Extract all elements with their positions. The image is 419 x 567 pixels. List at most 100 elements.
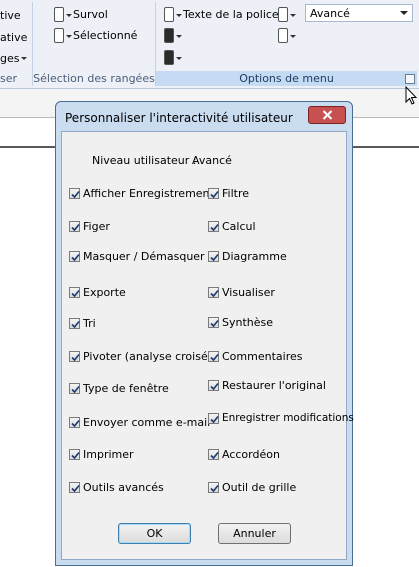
checkbox-label: Masquer / Démasquer xyxy=(83,250,205,263)
dialog-title: Personnaliser l'interactivité utilisateu… xyxy=(65,111,293,125)
user-level-dropdown[interactable]: Avancé xyxy=(305,4,413,22)
checkbox-label: Enregistrer modifications xyxy=(222,412,354,424)
checkmark-icon xyxy=(210,415,219,424)
checkbox-box[interactable] xyxy=(69,383,80,394)
checkmark-icon xyxy=(71,253,80,262)
checkmark-icon xyxy=(210,253,219,262)
ribbon-item-2[interactable]: ative xyxy=(0,31,27,44)
checkbox-label: Exporte xyxy=(83,286,126,299)
checkbox-box[interactable] xyxy=(208,317,219,328)
checkbox-box[interactable] xyxy=(69,351,80,362)
checkbox-label: Pivoter (analyse croisée) xyxy=(83,350,219,363)
dialog-body: Niveau utilisateur : Avancé Afficher Enr… xyxy=(61,131,354,560)
row-color-icon[interactable] xyxy=(54,7,64,22)
checkmark-icon xyxy=(210,190,219,199)
checkbox-box[interactable] xyxy=(208,251,219,262)
ok-button[interactable]: OK xyxy=(118,523,191,544)
checkbox-label: Tri xyxy=(83,317,96,330)
checkbox-label: Outil de grille xyxy=(222,481,297,494)
ribbon: tive ative ges ser Survol Sélectionné Sé… xyxy=(0,0,419,89)
checkbox-box[interactable] xyxy=(69,482,80,493)
checkmark-icon xyxy=(71,353,80,362)
checkbox-label: Envoyer comme e-mail xyxy=(83,416,211,429)
checkbox-box[interactable] xyxy=(208,482,219,493)
checkbox-label: Commentaires xyxy=(222,350,303,363)
selectionne-label[interactable]: Sélectionné xyxy=(73,29,137,42)
checkmark-icon xyxy=(71,451,80,460)
chevron-down-icon xyxy=(21,57,27,60)
chevron-down-icon[interactable] xyxy=(66,35,72,38)
checkmark-icon xyxy=(210,353,219,362)
ribbon-item-1[interactable]: tive xyxy=(0,9,21,22)
user-level-label: Niveau utilisateur : xyxy=(92,154,197,167)
checkbox-label: Diagramme xyxy=(222,250,287,263)
font-color-icon[interactable] xyxy=(164,7,174,22)
checkmark-icon xyxy=(210,382,219,391)
checkmark-icon xyxy=(71,484,80,493)
dialog-launcher-icon[interactable] xyxy=(405,74,415,84)
chevron-down-icon[interactable] xyxy=(290,35,296,38)
close-button[interactable] xyxy=(308,106,346,124)
ribbon-group-selection: Survol Sélectionné Sélection des rangées xyxy=(33,0,155,88)
checkmark-icon xyxy=(71,289,80,298)
close-icon xyxy=(322,110,333,120)
checkmark-icon xyxy=(71,419,80,428)
checkbox-box[interactable] xyxy=(208,413,219,424)
menu-bg-color-icon[interactable] xyxy=(164,28,174,43)
checkbox-box[interactable] xyxy=(208,351,219,362)
checkbox-label: Outils avancés xyxy=(83,481,164,494)
checkmark-icon xyxy=(210,451,219,460)
customize-interactivity-dialog: Personnaliser l'interactivité utilisateu… xyxy=(55,101,354,566)
cancel-button[interactable]: Annuler xyxy=(218,523,291,544)
checkmark-icon xyxy=(71,190,80,199)
checkbox-box[interactable] xyxy=(69,251,80,262)
checkbox-box[interactable] xyxy=(69,188,80,199)
ribbon-item-3[interactable]: ges xyxy=(0,52,19,65)
checkbox-label: Filtre xyxy=(222,187,250,200)
checkbox-box[interactable] xyxy=(69,221,80,232)
chevron-down-icon[interactable] xyxy=(290,14,296,17)
checkbox-box[interactable] xyxy=(69,318,80,329)
user-level-value: Avancé xyxy=(192,154,232,167)
checkmark-icon xyxy=(210,319,219,328)
checkbox-label: Visualiser xyxy=(222,286,275,299)
checkbox-label: Imprimer xyxy=(83,448,134,461)
checkbox-label: Afficher Enregistrements xyxy=(83,187,220,200)
menu-border-color-icon[interactable] xyxy=(164,50,174,65)
checkbox-box[interactable] xyxy=(208,188,219,199)
chevron-down-icon[interactable] xyxy=(176,35,182,38)
chevron-down-icon[interactable] xyxy=(400,11,408,15)
text-color-icon[interactable] xyxy=(278,7,288,22)
checkbox-box[interactable] xyxy=(69,417,80,428)
checkmark-icon xyxy=(71,223,80,232)
ribbon-group-title-selection: Sélection des rangées xyxy=(33,72,155,85)
highlight-color-icon[interactable] xyxy=(278,28,288,43)
dropdown-value: Avancé xyxy=(310,7,350,20)
ribbon-group-title-left: ser xyxy=(0,72,18,85)
checkbox-label: Restaurer l'original xyxy=(222,379,326,392)
checkmark-icon xyxy=(210,289,219,298)
checkbox-box[interactable] xyxy=(208,449,219,460)
checkbox-label: Figer xyxy=(83,220,110,233)
checkbox-label: Accordéon xyxy=(222,448,280,461)
checkmark-icon xyxy=(210,223,219,232)
chevron-down-icon[interactable] xyxy=(176,14,182,17)
chevron-down-icon[interactable] xyxy=(66,14,72,17)
ribbon-group-left: tive ative ges ser xyxy=(0,0,32,88)
checkbox-box[interactable] xyxy=(69,287,80,298)
font-text-label[interactable]: Texte de la police xyxy=(183,8,279,21)
checkbox-box[interactable] xyxy=(208,287,219,298)
checkbox-box[interactable] xyxy=(69,449,80,460)
checkmark-icon xyxy=(210,484,219,493)
checkbox-box[interactable] xyxy=(208,380,219,391)
survol-label[interactable]: Survol xyxy=(73,8,108,21)
checkmark-icon xyxy=(71,320,80,329)
mouse-cursor-icon xyxy=(405,86,418,105)
row-color-icon[interactable] xyxy=(54,28,64,43)
chevron-down-icon[interactable] xyxy=(176,57,182,60)
checkbox-box[interactable] xyxy=(208,221,219,232)
ribbon-group-title-menu-options: Options de menu xyxy=(156,71,417,86)
checkbox-label: Synthèse xyxy=(222,316,274,329)
checkbox-label: Calcul xyxy=(222,220,256,233)
checkbox-label: Type de fenêtre xyxy=(83,382,169,395)
